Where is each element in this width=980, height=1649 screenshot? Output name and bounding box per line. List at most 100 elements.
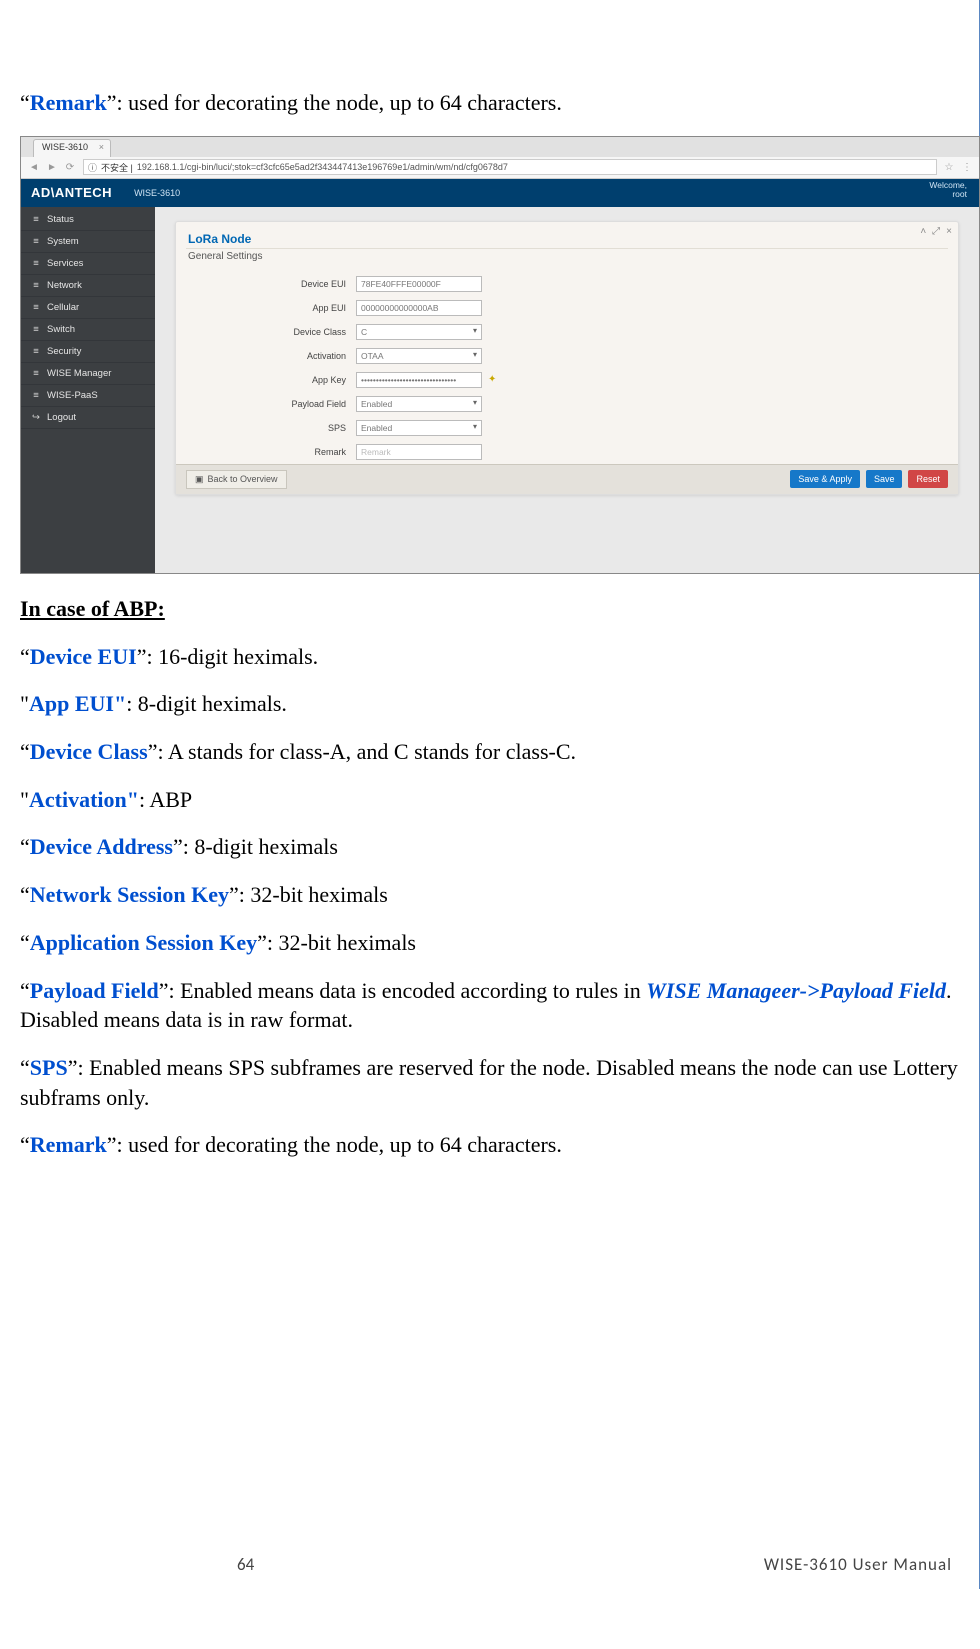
- desc-remark-2: : used for decorating the node, up to 64…: [117, 1132, 562, 1157]
- input-device-eui[interactable]: 78FE40FFFE00000F: [356, 276, 482, 292]
- select-activation[interactable]: OTAA: [356, 348, 482, 364]
- logout-icon: ↪: [31, 412, 41, 423]
- sidebar-item-status[interactable]: ≡Status: [21, 209, 155, 231]
- forward-icon[interactable]: ►: [45, 160, 59, 174]
- sidebar-item-services[interactable]: ≡Services: [21, 253, 155, 275]
- input-app-key[interactable]: ••••••••••••••••••••••••••••••••: [356, 372, 482, 388]
- remark-intro-line: “Remark”: used for decorating the node, …: [20, 88, 960, 118]
- term-activation: Activation": [29, 787, 139, 812]
- abp-device-eui: “Device EUI”: 16-digit heximals.: [20, 642, 960, 672]
- save-button[interactable]: Save: [866, 470, 903, 488]
- label-device-class: Device Class: [186, 327, 356, 337]
- save-and-apply-button[interactable]: Save & Apply: [790, 470, 860, 488]
- list-icon: ≡: [31, 390, 41, 401]
- doc-title: WISE-3610 User Manual: [471, 1554, 960, 1575]
- list-icon: ≡: [31, 368, 41, 379]
- quote-open: ": [20, 691, 29, 716]
- desc-sps: : Enabled means SPS subframes are reserv…: [20, 1055, 958, 1110]
- term-device-eui: Device EUI: [30, 644, 137, 669]
- sidebar-item-switch[interactable]: ≡ Switch: [21, 319, 155, 341]
- url-field[interactable]: ⓘ 不安全 | 192.168.1.1/cgi-bin/luci/;stok=c…: [83, 159, 937, 175]
- label-remark: Remark: [186, 447, 356, 457]
- quote-open: ": [20, 787, 29, 812]
- menu-icon[interactable]: ⋮: [961, 162, 973, 173]
- label-device-eui: Device EUI: [186, 279, 356, 289]
- row-sps: SPS Enabled: [186, 416, 948, 440]
- abp-network-session-key: “Network Session Key”: 32-bit heximals: [20, 880, 960, 910]
- desc-payload-1: : Enabled means data is encoded accordin…: [168, 978, 646, 1003]
- reveal-key-icon[interactable]: ✦: [488, 374, 496, 385]
- bookmark-icon[interactable]: ☆: [943, 162, 955, 173]
- select-sps[interactable]: Enabled: [356, 420, 482, 436]
- sidebar-item-label: Switch: [47, 324, 75, 335]
- sidebar-item-label: WISE Manager: [47, 368, 111, 379]
- sidebar-item-system[interactable]: ≡System: [21, 231, 155, 253]
- sidebar-item-label: Network: [47, 280, 82, 291]
- page-number: 64: [20, 1554, 471, 1575]
- label-app-eui: App EUI: [186, 303, 356, 313]
- label-payload-field: Payload Field: [186, 399, 356, 409]
- label-app-key: App Key: [186, 375, 356, 385]
- term-net-session-key: Network Session Key: [30, 882, 229, 907]
- placeholder-remark: Remark: [361, 447, 391, 457]
- desc-device-class: : A stands for class-A, and C stands for…: [157, 739, 576, 764]
- label-activation: Activation: [186, 351, 356, 361]
- sidebar-item-logout[interactable]: ↪Logout: [21, 407, 155, 429]
- brand-logo: AD\ANTECH: [31, 185, 112, 200]
- emph-payload-path: WISE Manageer->Payload Field: [646, 978, 946, 1003]
- abp-device-address: “Device Address”: 8-digit heximals: [20, 832, 960, 862]
- embedded-screenshot: WISE-3610 × ◄ ► ⟳ ⓘ 不安全 | 192.168.1.1/cg…: [20, 136, 980, 574]
- desc-device-eui: : 16-digit heximals.: [146, 644, 318, 669]
- input-app-eui[interactable]: 00000000000000AB: [356, 300, 482, 316]
- row-device-eui: Device EUI 78FE40FFFE00000F: [186, 272, 948, 296]
- back-to-overview-button[interactable]: ▣ Back to Overview: [186, 470, 287, 489]
- lora-node-panel: ˄ ⤢ × LoRa Node General Settings Device …: [175, 221, 959, 495]
- term-remark-desc: : used for decorating the node, up to 64…: [117, 90, 562, 115]
- term-app-session-key: Application Session Key: [30, 930, 257, 955]
- browser-tab[interactable]: WISE-3610 ×: [33, 139, 111, 157]
- sidebar-item-security[interactable]: ≡Security: [21, 341, 155, 363]
- sidebar-item-cellular[interactable]: ≡Cellular: [21, 297, 155, 319]
- row-app-key: App Key ••••••••••••••••••••••••••••••••…: [186, 368, 948, 392]
- value-device-eui: 78FE40FFFE00000F: [361, 279, 441, 289]
- back-icon[interactable]: ◄: [27, 160, 41, 174]
- select-device-class[interactable]: C: [356, 324, 482, 340]
- panel-title: LoRa Node: [186, 228, 948, 248]
- insecure-label: 不安全 |: [101, 161, 133, 174]
- row-app-eui: App EUI 00000000000000AB: [186, 296, 948, 320]
- reload-icon[interactable]: ⟳: [63, 160, 77, 174]
- desc-app-eui: : 8-digit heximals.: [126, 691, 287, 716]
- close-icon[interactable]: ×: [99, 142, 104, 152]
- value-payload-field: Enabled: [361, 399, 392, 409]
- list-icon: ≡: [31, 280, 41, 291]
- term-payload: Payload Field: [30, 978, 159, 1003]
- product-name: WISE-3610: [134, 188, 180, 198]
- abp-app-eui: "App EUI": 8-digit heximals.: [20, 689, 960, 719]
- back-label: Back to Overview: [208, 474, 278, 484]
- list-icon: ≡: [31, 324, 41, 335]
- sidebar-item-label: System: [47, 236, 79, 247]
- sidebar-item-label: Status: [47, 214, 74, 225]
- input-remark[interactable]: Remark: [356, 444, 482, 460]
- footer-inner: 64 WISE-3610 User Manual: [20, 1554, 960, 1575]
- abp-remark: “Remark”: used for decorating the node, …: [20, 1130, 960, 1160]
- sidebar-item-wise-manager[interactable]: ≡ WISE Manager: [21, 363, 155, 385]
- welcome-user: root: [929, 190, 967, 199]
- app-body: ≡Status ≡System ≡Services ≡Network ≡Cell…: [21, 207, 979, 573]
- app-topbar: AD\ANTECH WISE-3610 Welcome, root: [21, 179, 979, 207]
- reset-button[interactable]: Reset: [908, 470, 948, 488]
- abp-app-session-key: “Application Session Key”: 32-bit hexima…: [20, 928, 960, 958]
- abp-heading: In case of ABP:: [20, 596, 960, 622]
- value-app-key: ••••••••••••••••••••••••••••••••: [361, 375, 456, 385]
- sidebar-item-wise-paas[interactable]: ≡WISE-PaaS: [21, 385, 155, 407]
- sidebar-item-label: Cellular: [47, 302, 79, 313]
- select-payload-field[interactable]: Enabled: [356, 396, 482, 412]
- page-footer: 64 WISE-3610 User Manual: [0, 1554, 980, 1575]
- desc-device-address: : 8-digit heximals: [183, 834, 338, 859]
- desc-activation: : ABP: [139, 787, 192, 812]
- panel-bottom-bar: ▣ Back to Overview Save & Apply Save Res…: [176, 464, 958, 494]
- abp-payload-field: “Payload Field”: Enabled means data is e…: [20, 976, 960, 1035]
- row-payload-field: Payload Field Enabled: [186, 392, 948, 416]
- sidebar-item-network[interactable]: ≡ Network: [21, 275, 155, 297]
- abp-activation: "Activation": ABP: [20, 785, 960, 815]
